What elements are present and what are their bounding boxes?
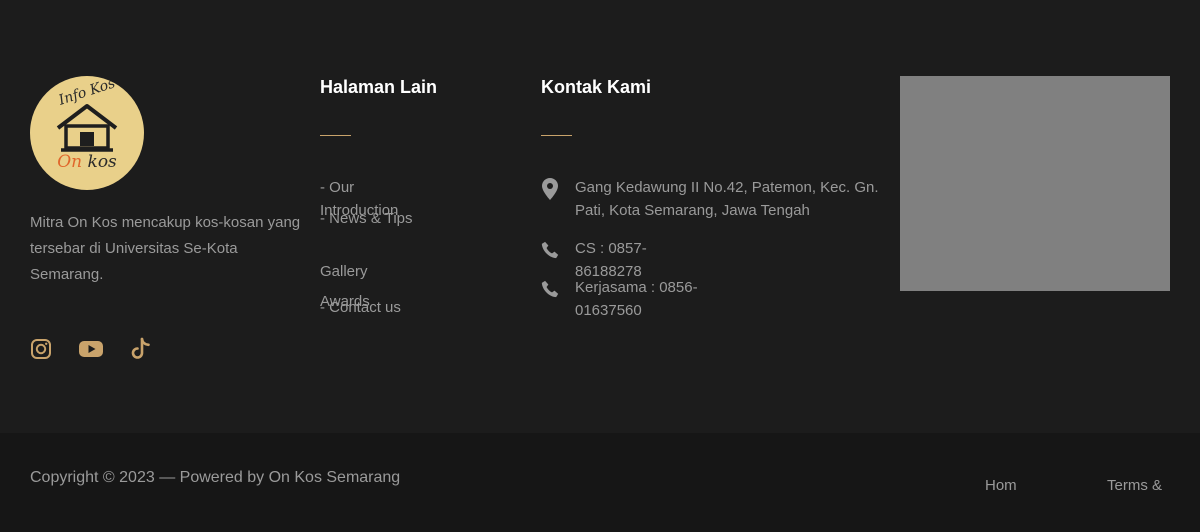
- instagram-icon: [31, 339, 51, 359]
- map-embed[interactable]: [900, 76, 1170, 291]
- tiktok-icon: [131, 337, 150, 359]
- social-links: [30, 337, 152, 360]
- logo-text-on: On: [57, 152, 83, 172]
- bottom-link-terms[interactable]: Terms &: [1107, 477, 1162, 494]
- link-news-tips[interactable]: - News & Tips: [320, 207, 413, 230]
- youtube-icon: [79, 341, 103, 357]
- brand-logo[interactable]: Info Kos On kos: [30, 76, 144, 190]
- copyright-text: Copyright © 2023 — Powered by On Kos Sem…: [30, 469, 401, 486]
- link-gallery[interactable]: Gallery: [320, 260, 368, 283]
- tiktok-link[interactable]: [130, 337, 152, 360]
- phone-icon: [541, 237, 559, 263]
- address-text: Gang Kedawung II No.42, Patemon, Kec. Gn…: [575, 179, 879, 219]
- link-contact-us[interactable]: - Contact us: [320, 296, 401, 319]
- logo-text-kos: kos: [82, 152, 117, 172]
- logo-text-bottom: On kos: [30, 152, 144, 172]
- pages-heading: Halaman Lain: [320, 77, 438, 97]
- instagram-link[interactable]: [30, 338, 52, 360]
- contact-partnership: Kerjasama : 0856-01637560: [541, 276, 725, 322]
- youtube-link[interactable]: [78, 338, 104, 360]
- contact-divider: [541, 135, 572, 136]
- phone-icon: [541, 276, 559, 302]
- map-pin-icon: [541, 176, 559, 202]
- footer-main: Info Kos On kos Mitra On Kos mencakup ko…: [0, 0, 1200, 433]
- pages-divider: [320, 135, 351, 136]
- partnership-phone: Kerjasama : 0856-01637560: [575, 279, 698, 319]
- contact-heading: Kontak Kami: [541, 77, 652, 97]
- contact-address: Gang Kedawung II No.42, Patemon, Kec. Gn…: [541, 176, 885, 222]
- brand-description: Mitra On Kos mencakup kos-kosan yang ter…: [30, 214, 301, 283]
- bottom-link-home[interactable]: Hom: [985, 477, 1017, 494]
